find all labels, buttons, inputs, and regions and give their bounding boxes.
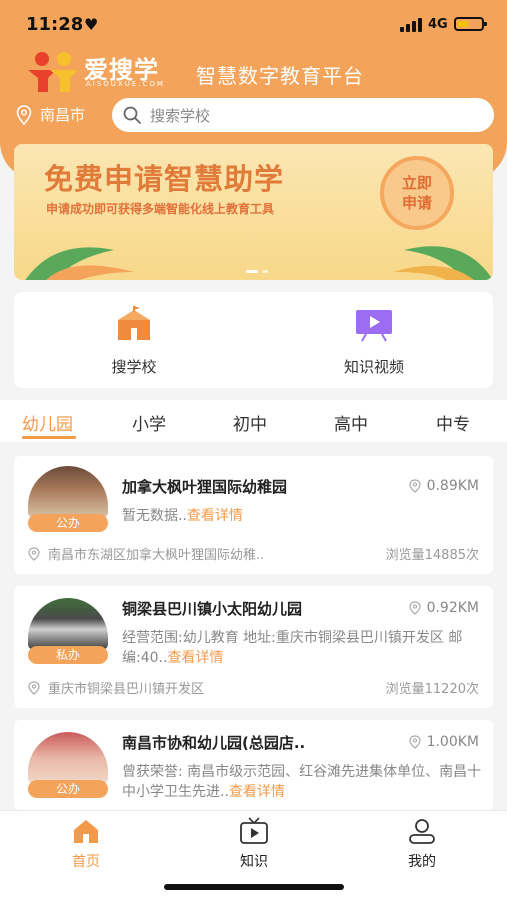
quick-label: 知识视频	[343, 358, 404, 376]
nav-label: 我的	[408, 854, 436, 870]
school-name: 南昌市协和幼儿园(总园店..	[122, 734, 306, 752]
school-icon	[118, 306, 150, 340]
school-photo	[28, 598, 108, 650]
view-details-link[interactable]: 查看详情	[167, 650, 223, 666]
view-count: 浏览量14885次	[385, 548, 479, 563]
nav-knowledge[interactable]: 知识	[214, 817, 294, 871]
tv-icon	[240, 817, 268, 844]
quick-entry-panel: 搜学校 知识视频	[14, 292, 493, 388]
level-tabs: 幼儿园 小学 初中 高中 中专	[0, 400, 507, 442]
banner-dot	[262, 270, 268, 273]
nav-label: 首页	[72, 854, 100, 870]
video-screen-icon	[356, 310, 392, 342]
location-pin-icon	[408, 735, 421, 749]
tab-primary[interactable]: 小学	[132, 410, 166, 435]
desc-text: 暂无数据..	[122, 508, 187, 524]
school-name: 铜梁县巴川镇小太阳幼儿园	[122, 600, 303, 618]
school-type-badge: 公办	[28, 780, 108, 798]
battery-icon	[454, 17, 487, 31]
brand-logo-icon	[28, 52, 78, 92]
distance-value: 1.00KM	[426, 734, 479, 750]
school-card[interactable]: 公办 加拿大枫叶狸国际幼稚园 0.89KM 暂无数据..查看详情 南昌市东湖区加…	[14, 456, 493, 574]
nav-label: 知识	[240, 854, 268, 870]
home-indicator[interactable]	[164, 884, 344, 890]
apply-button-line2: 申请	[401, 194, 432, 212]
school-distance: 0.89KM	[408, 478, 479, 494]
status-bar: 11:28 ♥ 4G	[0, 0, 507, 48]
home-icon	[74, 820, 98, 843]
location-selector[interactable]: 南昌市	[16, 104, 85, 125]
school-address: 重庆市铜梁县巴川镇开发区	[28, 678, 204, 697]
apply-now-button[interactable]: 立即 申请	[380, 156, 454, 230]
school-desc: 曾获荣誉: 南昌市级示范园、红谷滩先进集体单位、南昌十中小学卫生先进..查看详情	[122, 762, 482, 802]
school-type-badge: 私办	[28, 646, 108, 664]
school-name: 加拿大枫叶狸国际幼稚园	[122, 478, 288, 496]
user-icon	[409, 819, 435, 844]
school-photo	[28, 466, 108, 518]
network-type: 4G	[428, 17, 448, 32]
view-details-link[interactable]: 查看详情	[229, 784, 285, 800]
school-address: 南昌市东湖区加拿大枫叶狸国际幼稚..	[28, 544, 264, 563]
search-icon	[123, 106, 141, 124]
distance-value: 0.89KM	[426, 478, 479, 494]
banner-title: 免费申请智慧助学	[44, 162, 285, 196]
quick-search-school[interactable]: 搜学校	[14, 292, 254, 388]
search-placeholder: 搜索学校	[150, 106, 211, 125]
desc-text: 曾获荣誉: 南昌市级示范园、红谷滩先进集体单位、南昌十中小学卫生先进..	[122, 764, 482, 800]
brand-domain: AISOUXUE.COM	[86, 80, 165, 88]
school-desc: 暂无数据..查看详情	[122, 506, 482, 526]
signal-icon	[400, 16, 424, 32]
banner-dot-active	[246, 270, 258, 273]
banner-indicator	[244, 270, 270, 273]
status-time: 11:28	[26, 14, 84, 35]
school-distance: 1.00KM	[408, 734, 479, 750]
school-card[interactable]: 公办 南昌市协和幼儿园(总园店.. 1.00KM 曾获荣誉: 南昌市级示范园、红…	[14, 720, 493, 810]
view-details-link[interactable]: 查看详情	[187, 508, 243, 524]
promo-banner[interactable]: 免费申请智慧助学 申请成功即可获得多端智能化线上教育工具 立即 申请	[14, 144, 493, 280]
nav-mine[interactable]: 我的	[382, 817, 462, 871]
tab-senior[interactable]: 高中	[334, 410, 368, 435]
brand-slogan: 智慧数字教育平台	[196, 64, 364, 88]
tab-vocational[interactable]: 中专	[436, 410, 470, 435]
apply-button-line1: 立即	[401, 174, 432, 192]
view-count: 浏览量11220次	[385, 682, 479, 697]
tab-active-indicator	[22, 436, 76, 439]
heart-icon: ♥	[84, 15, 99, 34]
school-photo	[28, 732, 108, 784]
location-pin-icon	[408, 601, 421, 615]
school-type-badge: 公办	[28, 514, 108, 532]
location-pin-icon	[28, 546, 40, 561]
quick-label: 搜学校	[111, 358, 157, 376]
school-card[interactable]: 私办 铜梁县巴川镇小太阳幼儿园 0.92KM 经营范围:幼儿教育 地址:重庆市铜…	[14, 586, 493, 708]
tab-junior[interactable]: 初中	[233, 410, 267, 435]
nav-home[interactable]: 首页	[46, 817, 126, 871]
address-text: 南昌市东湖区加拿大枫叶狸国际幼稚..	[48, 548, 265, 563]
quick-knowledge-video[interactable]: 知识视频	[254, 292, 494, 388]
school-desc: 经营范围:幼儿教育 地址:重庆市铜梁县巴川镇开发区 邮编:40..查看详情	[122, 628, 482, 668]
leaf-decoration-icon	[25, 247, 134, 280]
location-pin-icon	[16, 104, 32, 125]
location-pin-icon	[408, 479, 421, 493]
banner-subtitle: 申请成功即可获得多端智能化线上教育工具	[46, 202, 275, 216]
distance-value: 0.92KM	[426, 600, 479, 616]
location-city: 南昌市	[40, 106, 86, 124]
tab-kindergarten[interactable]: 幼儿园	[22, 410, 73, 435]
location-pin-icon	[28, 680, 40, 695]
school-distance: 0.92KM	[408, 600, 479, 616]
address-text: 重庆市铜梁县巴川镇开发区	[48, 682, 205, 697]
leaf-decoration-right-icon	[394, 246, 493, 280]
search-input[interactable]: 搜索学校	[112, 98, 494, 132]
